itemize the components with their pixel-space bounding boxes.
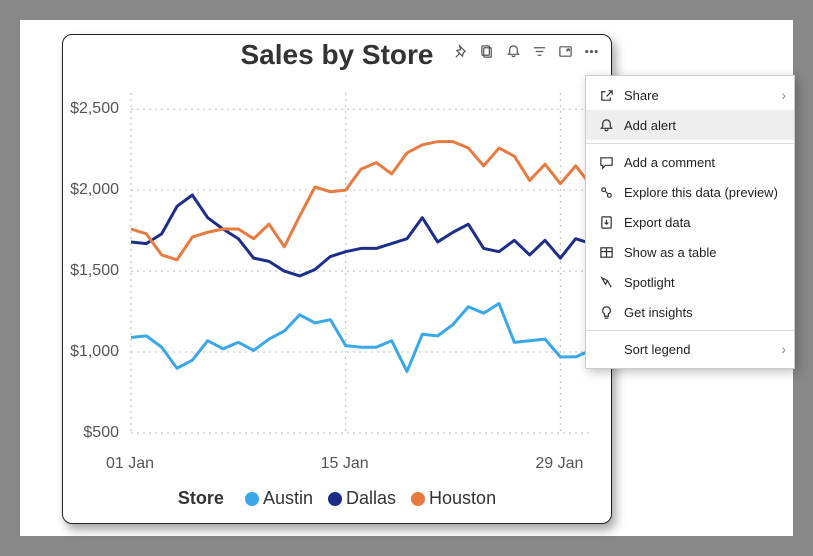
export-icon xyxy=(596,215,616,230)
chevron-right-icon: › xyxy=(781,341,786,357)
menu-divider xyxy=(586,330,794,331)
bell-icon[interactable] xyxy=(503,41,523,61)
focus-icon[interactable] xyxy=(555,41,575,61)
y-tick-label: $1,500 xyxy=(63,262,119,280)
menu-label: Sort legend xyxy=(624,342,691,357)
y-tick-label: $2,500 xyxy=(63,100,119,118)
menu-label: Add a comment xyxy=(624,155,715,170)
legend-label: Austin xyxy=(263,488,313,508)
menu-label: Add alert xyxy=(624,118,676,133)
explore-icon xyxy=(596,185,616,200)
share-icon xyxy=(596,88,616,103)
series-line xyxy=(131,303,591,371)
y-tick-label: $500 xyxy=(63,424,119,442)
y-tick-label: $2,000 xyxy=(63,181,119,199)
menu-spotlight[interactable]: Spotlight xyxy=(586,267,794,297)
menu-divider xyxy=(586,143,794,144)
menu-add-alert[interactable]: Add alert xyxy=(586,110,794,140)
menu-label: Get insights xyxy=(624,305,693,320)
x-tick-label: 01 Jan xyxy=(106,455,154,473)
menu-sort-legend[interactable]: Sort legend › xyxy=(586,334,794,364)
x-tick-label: 29 Jan xyxy=(535,455,583,473)
chart-svg xyxy=(121,83,601,453)
legend-label: Houston xyxy=(429,488,496,508)
menu-insights[interactable]: Get insights xyxy=(586,297,794,327)
menu-show-table[interactable]: Show as a table xyxy=(586,237,794,267)
legend-swatch-dallas xyxy=(328,492,342,506)
legend: Store Austin Dallas Houston xyxy=(63,488,611,509)
menu-export[interactable]: Export data xyxy=(586,207,794,237)
menu-label: Explore this data (preview) xyxy=(624,185,778,200)
lightbulb-icon xyxy=(596,305,616,320)
comment-icon xyxy=(596,155,616,170)
page: Sales by Store $2,500$2,000$1,500$1,000$… xyxy=(20,20,793,536)
legend-label: Dallas xyxy=(346,488,396,508)
menu-explore[interactable]: Explore this data (preview) xyxy=(586,177,794,207)
legend-swatch-austin xyxy=(245,492,259,506)
filter-icon[interactable] xyxy=(529,41,549,61)
spotlight-icon xyxy=(596,275,616,290)
bell-icon xyxy=(596,118,616,133)
pin-icon[interactable] xyxy=(451,41,471,61)
legend-swatch-houston xyxy=(411,492,425,506)
plot-area: $2,500$2,000$1,500$1,000$500 01 Jan15 Ja… xyxy=(121,83,601,453)
menu-label: Spotlight xyxy=(624,275,675,290)
chevron-right-icon: › xyxy=(781,87,786,103)
chart-card: Sales by Store $2,500$2,000$1,500$1,000$… xyxy=(62,34,612,524)
more-icon[interactable] xyxy=(581,41,601,61)
legend-title: Store xyxy=(178,488,224,508)
context-menu: Share › Add alert Add a comment Explore … xyxy=(585,75,795,369)
series-line xyxy=(131,142,591,260)
menu-share[interactable]: Share › xyxy=(586,80,794,110)
menu-label: Export data xyxy=(624,215,691,230)
card-toolbar xyxy=(451,41,601,61)
copy-icon[interactable] xyxy=(477,41,497,61)
menu-add-comment[interactable]: Add a comment xyxy=(586,147,794,177)
table-icon xyxy=(596,245,616,260)
menu-label: Show as a table xyxy=(624,245,717,260)
menu-label: Share xyxy=(624,88,659,103)
y-tick-label: $1,000 xyxy=(63,343,119,361)
x-tick-label: 15 Jan xyxy=(321,455,369,473)
